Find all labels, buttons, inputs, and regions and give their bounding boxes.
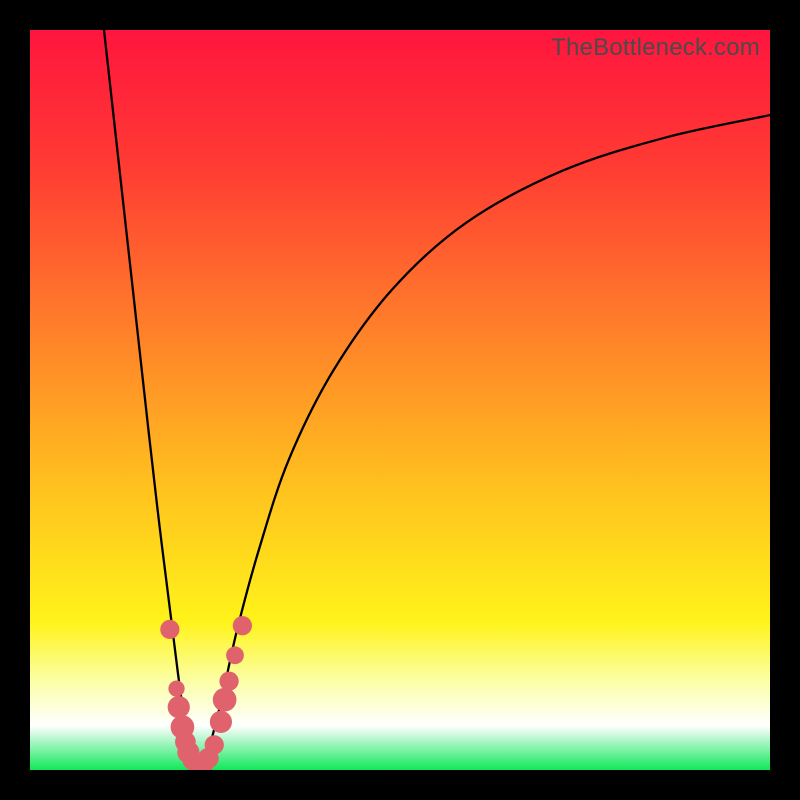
data-marker — [160, 620, 179, 639]
plot-area: TheBottleneck.com — [30, 30, 770, 770]
data-marker — [219, 672, 238, 691]
data-marker — [168, 680, 184, 696]
data-marker — [226, 646, 244, 664]
data-marker — [205, 735, 224, 754]
data-marker — [213, 688, 237, 712]
curve-layer — [30, 30, 770, 770]
curve-right — [204, 115, 770, 766]
curve-left — [104, 30, 195, 766]
data-marker — [210, 711, 232, 733]
data-marker — [168, 696, 190, 718]
chart-frame: TheBottleneck.com — [0, 0, 800, 800]
data-marker — [233, 616, 252, 635]
